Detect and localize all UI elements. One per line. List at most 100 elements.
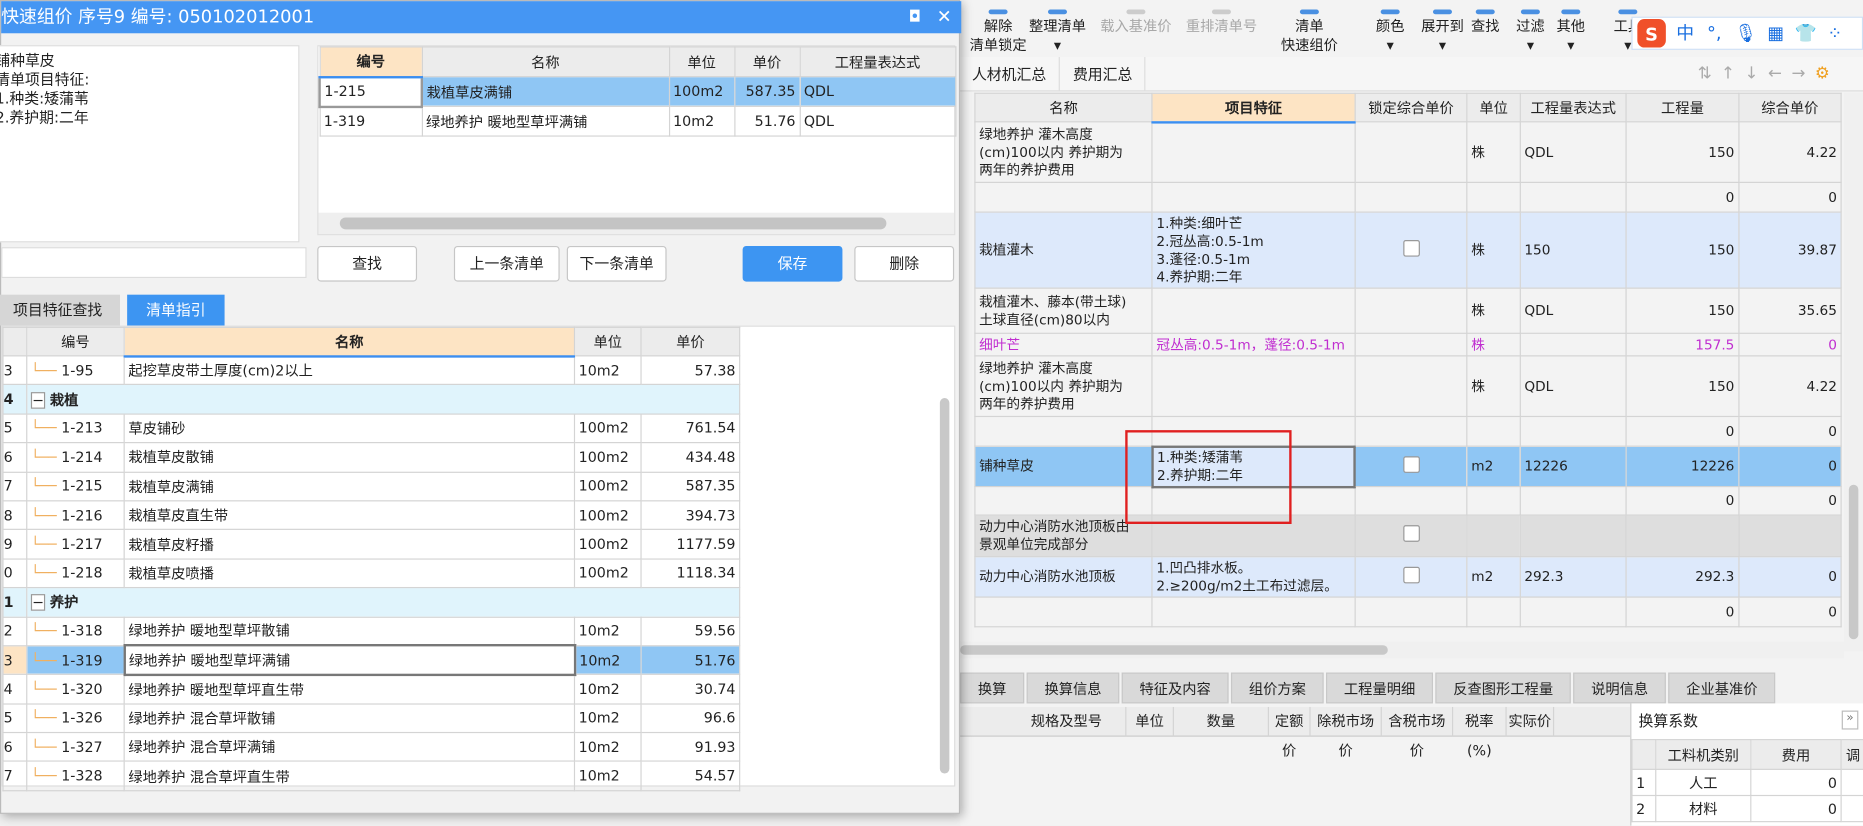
cell-price[interactable]: 59.56 [640,616,741,647]
cell-name[interactable]: 绿地养护 暖地型草坪满铺 [122,644,576,676]
cell-expr[interactable]: QDL [1519,287,1627,334]
bill-row[interactable]: 细叶芒 冠丛高:0.5-1m，蓬径:0.5-1m 株 157.5 0 [974,332,1842,357]
cell-price[interactable]: 0 [1737,181,1842,213]
toolbar-button-3[interactable]: 重排清单号 [1186,9,1257,36]
cell-expr[interactable] [1519,485,1627,516]
cell-code[interactable]: 1-319 [319,105,423,137]
cell-lock[interactable] [1354,415,1468,447]
cell-unit[interactable]: 100m2 [573,442,642,473]
cell-name[interactable]: 动力中心消防水池顶板 [974,556,1153,598]
cell-name[interactable]: 绿地养护 暖地型草坪散铺 [123,616,576,647]
cell-expr[interactable] [1519,596,1627,628]
collapse-icon[interactable]: − [30,391,46,409]
bill-row[interactable]: 动力中心消防水池顶板由 景观单位完成部分 [974,514,1842,558]
cell-name[interactable]: 栽植草皮籽播 [123,529,576,560]
tab-feature-search[interactable]: 项目特征查找 [0,294,121,326]
cell-code[interactable]: └── 1-95 [26,355,125,386]
detail-col-7[interactable]: 实际价 [1507,706,1555,737]
cell-expr[interactable] [1519,332,1627,357]
bottom-tab-7[interactable]: 企业基准价 [1668,672,1776,704]
cell-price[interactable]: 96.6 [640,703,741,734]
next-item-button[interactable]: 下一条清单 [566,245,667,282]
grid-icon[interactable]: ⁘ [1827,23,1842,44]
col-unit[interactable]: 单位 [1466,92,1521,123]
cell-name[interactable]: 栽植草皮满铺 [123,471,576,502]
cell-unit[interactable]: 100m2 [573,529,642,560]
cell-qty[interactable]: 0 [1625,415,1740,447]
cell-code[interactable]: └── 1-318 [26,616,125,647]
cell-price[interactable]: 0 [1737,485,1842,516]
cell-price[interactable]: 35.65 [1737,287,1842,334]
move-arrows-icons[interactable]: ⇅↑↓←→⚙ [1698,64,1840,83]
tree-row[interactable]: 0 └── 1-218 栽植草皮喷播 100m2 1118.34 [2,558,741,589]
ime-toolbar[interactable]: S 中 °, 🎙 ▦ 👕 ⁘ [1631,16,1863,50]
toolbar-button-5[interactable]: 颜色 ▾ [1376,9,1404,55]
cell-expr[interactable]: QDL [799,76,956,107]
cell-name[interactable]: 绿地养护 混合草坪满铺 [123,732,576,763]
maximize-icon[interactable]: ◘ [909,1,921,33]
detail-col-3[interactable]: 定额价 [1269,706,1311,759]
cell-price[interactable]: 57.38 [640,355,741,386]
find-button[interactable]: 查找 [317,245,418,282]
col-price[interactable]: 单价 [733,46,801,78]
horizontal-scrollbar[interactable] [318,212,955,235]
cell-feature[interactable] [1151,121,1356,183]
skin-icon[interactable]: 👕 [1795,23,1817,44]
bottom-tab-6[interactable]: 说明信息 [1573,672,1666,704]
cell-price[interactable]: 394.73 [640,500,741,531]
cell-name[interactable]: 草皮铺砂 [123,413,576,444]
cell-lock[interactable] [1354,121,1468,183]
cell-code[interactable]: └── 1-327 [26,732,125,763]
cell-name[interactable]: 细叶芒 [974,332,1153,357]
previous-item-button[interactable]: 上一条清单 [453,245,560,282]
vertical-scrollbar[interactable] [937,327,951,786]
cell-price[interactable]: 0 [1737,596,1842,628]
cell-price[interactable] [1737,514,1842,558]
cell-unit[interactable]: 100m2 [573,413,642,444]
cell-price[interactable]: 587.35 [640,471,741,502]
cell-qty[interactable]: 150 [1625,287,1740,334]
toolbar-button-7[interactable]: 查找 [1471,9,1500,36]
cell-unit[interactable]: 10m2 [668,105,735,137]
table-row[interactable]: 1-215 栽植草皮满铺 100m2 587.35 QDL [318,75,956,108]
cell-unit[interactable] [1466,596,1521,628]
microphone-icon[interactable]: 🎙 [1734,23,1757,44]
col-unit[interactable]: 单位 [573,326,642,357]
bill-row[interactable]: 00 [974,485,1842,516]
bill-row[interactable]: 00 [974,415,1842,447]
cell-expr[interactable] [1519,514,1627,558]
cell-price[interactable]: 1177.59 [640,529,741,560]
cell-lock[interactable] [1354,445,1468,488]
cell-unit[interactable]: 株 [1466,211,1521,289]
bottom-tab-1[interactable]: 换算信息 [1026,672,1120,704]
description-box[interactable]: 铺种草皮 清单项目特征: 1.种类:矮蒲苇 2.养护期:二年 [0,45,300,243]
table-row[interactable]: 1-319 绿地养护 暖地型草坪满铺 10m2 51.76 QDL [319,105,956,137]
cell-code[interactable]: └── 1-320 [26,674,125,705]
cell-unit[interactable] [1466,485,1521,516]
tree-row[interactable]: 4 └── 1-320 绿地养护 暖地型草坪直生带 10m2 30.74 [2,674,741,705]
cell-code[interactable]: 1-215 [318,75,423,108]
cell-price[interactable]: 91.93 [640,732,741,763]
cell-name[interactable] [974,181,1153,213]
delete-button[interactable]: 删除 [854,245,955,282]
bottom-tab-4[interactable]: 工程量明细 [1326,672,1434,704]
col-name[interactable]: 名称 [974,92,1153,123]
cell-lock[interactable] [1354,596,1468,628]
toolbar-button-2[interactable]: 载入基准价 [1100,9,1172,36]
tree-group-row[interactable]: 1− 养护 [2,587,741,618]
detail-col-5[interactable]: 含税市场价 [1382,706,1454,759]
ime-chinese-mode[interactable]: 中 [1676,23,1694,44]
tree-row[interactable]: 2 └── 1-318 绿地养护 暖地型草坪散铺 10m2 59.56 [2,616,741,647]
lock-checkbox[interactable] [1402,455,1420,473]
lock-checkbox[interactable] [1402,239,1420,257]
coef-row-fee[interactable]: 0 [1750,768,1842,797]
bill-row[interactable]: 绿地养护 灌木高度 (cm)100以内 养护期为 两年的养护费用 株 QDL 150 4… [974,355,1842,418]
cell-feature[interactable] [1151,596,1356,628]
cell-code[interactable]: └── 1-328 [26,760,125,792]
cell-unit[interactable]: 10m2 [573,674,642,705]
cell-unit[interactable]: 10m2 [573,703,642,734]
tree-row[interactable]: 9 └── 1-217 栽植草皮籽播 100m2 1177.59 [2,529,741,560]
coef-row[interactable]: 2 材料 0 [1631,794,1863,823]
bill-row[interactable]: 铺种草皮 1.种类:矮蒲苇 2.养护期:二年 m2 12226 12226 0 [974,444,1842,488]
cell-price[interactable]: 4.22 [1737,355,1842,418]
